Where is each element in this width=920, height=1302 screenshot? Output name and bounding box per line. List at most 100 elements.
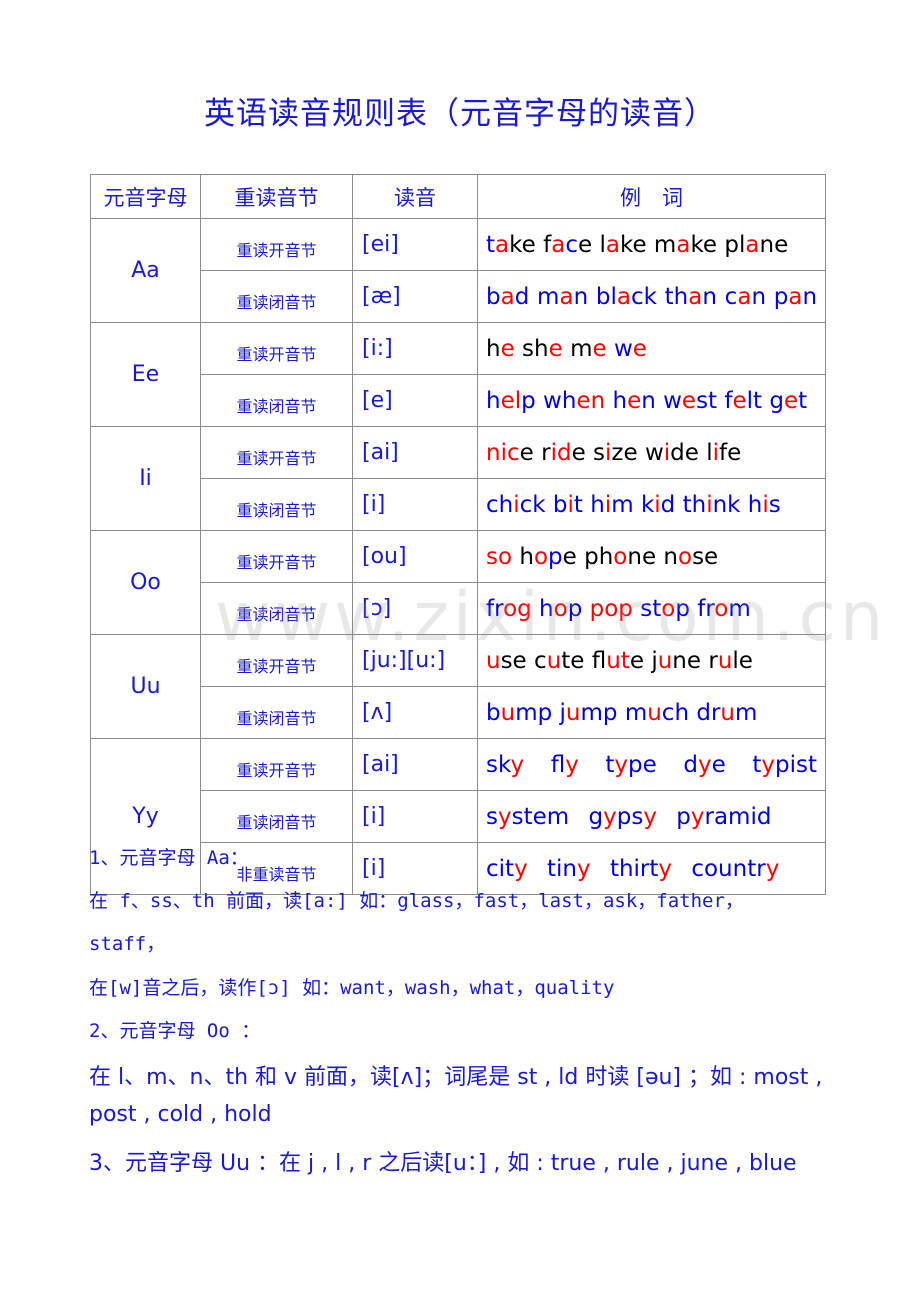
header-examples: 例 词 bbox=[477, 174, 826, 219]
example-word: stop bbox=[640, 596, 690, 622]
example-word: get bbox=[769, 388, 807, 414]
word-letters: ramid bbox=[704, 803, 772, 830]
phonetic-cell: [i:] bbox=[352, 322, 478, 375]
word-letters: countr bbox=[691, 855, 766, 882]
highlighted-letters: y bbox=[697, 751, 712, 778]
header-vowel-letter: 元音字母 bbox=[90, 174, 201, 219]
table-header-row: 元音字母 重读音节 读音 例 词 bbox=[90, 174, 826, 219]
word-letters: ch bbox=[661, 699, 690, 726]
example-word: he bbox=[486, 336, 515, 362]
highlighted-letters: y bbox=[765, 855, 780, 882]
word-letters: ne bbox=[759, 231, 789, 258]
highlighted-letters: el bbox=[500, 387, 522, 414]
highlighted-letters: o bbox=[553, 595, 568, 622]
highlighted-letters: e bbox=[627, 387, 642, 414]
word-letters: ne bbox=[627, 543, 657, 570]
highlighted-letters: a bbox=[500, 283, 515, 310]
example-word: use bbox=[486, 648, 527, 674]
example-word: we bbox=[614, 336, 647, 362]
vowel-letter-cell: Oo bbox=[90, 530, 201, 635]
example-words-cell: help when hen west felt get bbox=[477, 374, 826, 427]
highlighted-letters: o bbox=[533, 543, 549, 570]
word-letters: fr bbox=[697, 595, 715, 622]
note-line: 在 l、m、n、th 和 v 前面，读[ʌ]；词尾是 st , ld 时读 [ə… bbox=[89, 1065, 823, 1090]
example-word: phone bbox=[584, 544, 656, 570]
word-letters: b bbox=[486, 283, 501, 310]
example-word: chick bbox=[486, 492, 546, 518]
example-word: she bbox=[522, 336, 563, 362]
highlighted-letters: o bbox=[678, 543, 693, 570]
example-word: life bbox=[706, 440, 741, 466]
example-words-cell: use cute flute june rule bbox=[477, 634, 826, 687]
word-letters: t bbox=[798, 387, 808, 414]
phonetic-cell: [e] bbox=[352, 374, 478, 427]
word-letters: lt bbox=[746, 387, 763, 414]
highlighted-letters: y bbox=[514, 855, 528, 882]
word-letters: p bbox=[548, 543, 563, 570]
example-words-cell: nice ride size wide life bbox=[477, 426, 826, 479]
highlighted-letters: a bbox=[676, 231, 691, 258]
example-words-cell: frog hop pop stop from bbox=[477, 582, 826, 635]
word-letters: w bbox=[644, 439, 664, 466]
example-words-cell: bad man black than can pan bbox=[477, 270, 826, 323]
word-letters: ps bbox=[616, 803, 644, 830]
example-word: make bbox=[654, 232, 717, 258]
highlighted-letters: o bbox=[661, 595, 676, 622]
table-row: 重读闭音节 [ʌ] bump jump much drum bbox=[91, 686, 826, 739]
highlighted-letters: a bbox=[605, 231, 620, 258]
highlighted-letters: y bbox=[643, 803, 657, 830]
highlighted-letters: y bbox=[761, 751, 775, 778]
example-word: his bbox=[748, 492, 781, 518]
highlighted-letters: a bbox=[559, 283, 574, 310]
table-row: Ii 重读开音节 [ai] nice ride size wide life bbox=[90, 426, 826, 531]
header-stressed-syllable: 重读音节 bbox=[200, 174, 353, 219]
word-letters: h bbox=[486, 387, 501, 414]
word-letters: fl bbox=[591, 647, 607, 674]
example-word: kid bbox=[641, 492, 675, 518]
word-letters: e bbox=[629, 647, 645, 674]
highlighted-letters: u bbox=[486, 647, 501, 674]
syllable-type-cell: 重读闭音节 bbox=[200, 374, 353, 427]
word-letters: p bbox=[521, 387, 536, 414]
example-word: hen bbox=[612, 388, 655, 414]
word-letters: th bbox=[682, 491, 707, 518]
word-letters: e bbox=[519, 439, 534, 466]
word-letters: t bbox=[573, 491, 583, 518]
table-row: Ee 重读开音节 [i:] he she me we bbox=[90, 322, 826, 427]
note-line: 2、元音字母 Oo ： bbox=[89, 1020, 261, 1042]
highlighted-letters: e bbox=[632, 335, 647, 362]
word-letters: sh bbox=[522, 335, 549, 362]
note-line: post , cold , hold bbox=[89, 1102, 272, 1127]
example-word: think bbox=[683, 492, 741, 518]
example-word: flute bbox=[592, 648, 644, 674]
word-letters: p bbox=[567, 595, 583, 622]
word-letters: m bbox=[611, 491, 634, 518]
word-letters: h bbox=[747, 491, 763, 518]
example-word: nice bbox=[486, 440, 534, 466]
note-line: 在[w]音之后，读作[ɔ] 如：want，wash，what，quality bbox=[89, 977, 615, 999]
word-letters: s bbox=[768, 491, 781, 518]
table-row: 重读闭音节 [i] chick bit him kid think his bbox=[91, 478, 826, 531]
syllable-type-cell: 重读开音节 bbox=[200, 426, 353, 479]
word-letters: g bbox=[769, 387, 785, 414]
word-letters: p bbox=[773, 283, 789, 310]
example-word: city bbox=[486, 856, 528, 882]
highlighted-letters: so bbox=[486, 543, 513, 570]
word-letters: n bbox=[702, 283, 717, 310]
phonetic-cell: [ɔ] bbox=[352, 582, 478, 635]
example-word: june bbox=[651, 648, 701, 674]
example-word: nose bbox=[663, 544, 718, 570]
table-row: Yy 重读开音节 [ai] sky fly type dye typist bbox=[90, 738, 826, 895]
highlighted-letters: o bbox=[613, 543, 628, 570]
example-words-cell: bump jump much drum bbox=[477, 686, 826, 739]
word-letters: n bbox=[573, 283, 589, 310]
word-letters: c bbox=[724, 283, 738, 310]
highlighted-letters: a bbox=[688, 283, 703, 310]
syllable-type-cell: 重读开音节 bbox=[200, 322, 353, 375]
word-letters: de bbox=[670, 439, 699, 466]
vowel-letter-cell: Uu bbox=[90, 634, 201, 739]
table-row: Oo 重读开音节 [ou] so hope phone nose bbox=[90, 530, 826, 635]
word-letters: sk bbox=[486, 751, 511, 778]
example-word: bump bbox=[486, 700, 552, 726]
word-letters: ke bbox=[619, 231, 647, 258]
